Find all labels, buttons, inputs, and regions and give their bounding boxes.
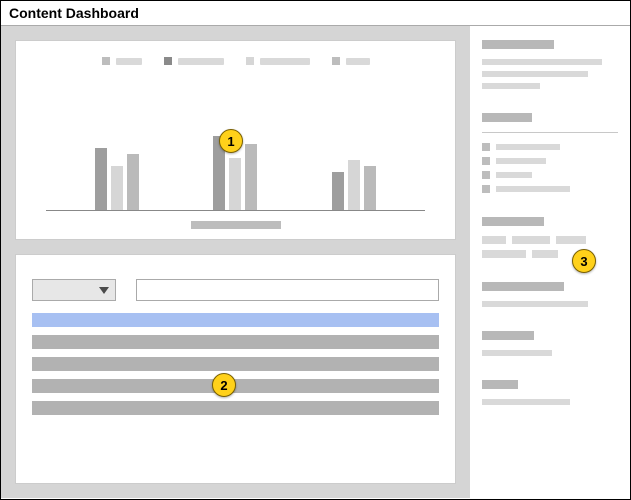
- sidebar-text-line: [482, 399, 570, 405]
- bar[interactable]: [229, 158, 241, 210]
- annotation-marker-3: 3: [572, 249, 596, 273]
- window-title: Content Dashboard: [1, 1, 630, 26]
- sidebar-tag[interactable]: [482, 250, 526, 258]
- sidebar-heading: [482, 113, 532, 122]
- sidebar-list-label: [496, 158, 546, 164]
- legend-item[interactable]: [332, 57, 370, 65]
- bullet-icon: [482, 157, 490, 165]
- sidebar-block: [482, 282, 618, 307]
- workspace: 1 2 3: [1, 26, 630, 498]
- sidebar-heading: [482, 380, 518, 389]
- sidebar-heading: [482, 217, 544, 226]
- legend-swatch: [164, 57, 172, 65]
- bar[interactable]: [127, 154, 139, 210]
- legend-item[interactable]: [102, 57, 142, 65]
- bar[interactable]: [348, 160, 360, 210]
- sidebar-tag[interactable]: [532, 250, 558, 258]
- chart-caption: [191, 221, 281, 229]
- sidebar-tag[interactable]: [482, 236, 506, 244]
- filter-dropdown[interactable]: [32, 279, 116, 301]
- bar[interactable]: [245, 144, 257, 210]
- legend-label: [346, 58, 370, 65]
- legend-label: [116, 58, 142, 65]
- sidebar-tag-wrap: [482, 236, 618, 258]
- sidebar-block: [482, 217, 618, 258]
- table-row[interactable]: [32, 401, 439, 415]
- table-rows: [32, 313, 439, 415]
- legend-label: [178, 58, 224, 65]
- sidebar-heading: [482, 40, 554, 49]
- sidebar-heading: [482, 331, 534, 340]
- sidebar-list-item[interactable]: [482, 185, 618, 193]
- sidebar-list-label: [496, 172, 532, 178]
- sidebar-list-label: [496, 186, 570, 192]
- legend-swatch: [246, 57, 254, 65]
- sidebar-list-item[interactable]: [482, 157, 618, 165]
- table-row[interactable]: [32, 357, 439, 371]
- bullet-icon: [482, 143, 490, 151]
- sidebar-tag[interactable]: [556, 236, 586, 244]
- sidebar: 3: [470, 26, 630, 498]
- sidebar-text-line: [482, 350, 552, 356]
- sidebar-list-item[interactable]: [482, 171, 618, 179]
- sidebar-block: [482, 380, 618, 405]
- sidebar-block: [482, 113, 618, 193]
- bar-group: [332, 160, 376, 210]
- bar[interactable]: [332, 172, 344, 210]
- sidebar-block: [482, 331, 618, 356]
- legend-item[interactable]: [164, 57, 224, 65]
- legend-swatch: [332, 57, 340, 65]
- search-input[interactable]: [136, 279, 439, 301]
- bar[interactable]: [111, 166, 123, 210]
- main-column: 1 2: [1, 26, 470, 498]
- sidebar-list-label: [496, 144, 560, 150]
- annotation-marker-1: 1: [219, 129, 243, 153]
- table-row[interactable]: [32, 335, 439, 349]
- chart-legend: [102, 57, 370, 65]
- legend-label: [260, 58, 310, 65]
- chevron-down-icon: [99, 287, 109, 294]
- sidebar-text-line: [482, 83, 540, 89]
- bullet-icon: [482, 185, 490, 193]
- bar[interactable]: [95, 148, 107, 210]
- table-header-row: [32, 313, 439, 327]
- sidebar-list-item[interactable]: [482, 143, 618, 151]
- sidebar-text-line: [482, 71, 588, 77]
- bar-group: [95, 148, 139, 210]
- legend-item[interactable]: [246, 57, 310, 65]
- table-panel: 2: [15, 254, 456, 484]
- annotation-marker-2: 2: [212, 373, 236, 397]
- sidebar-text-line: [482, 301, 588, 307]
- bar[interactable]: [364, 166, 376, 210]
- chart-panel: 1: [15, 40, 456, 240]
- sidebar-text-line: [482, 59, 602, 65]
- sidebar-tag[interactable]: [512, 236, 550, 244]
- sidebar-block: [482, 40, 618, 89]
- legend-swatch: [102, 57, 110, 65]
- sidebar-divider: [482, 132, 618, 133]
- sidebar-heading: [482, 282, 564, 291]
- filter-row: [32, 279, 439, 301]
- bullet-icon: [482, 171, 490, 179]
